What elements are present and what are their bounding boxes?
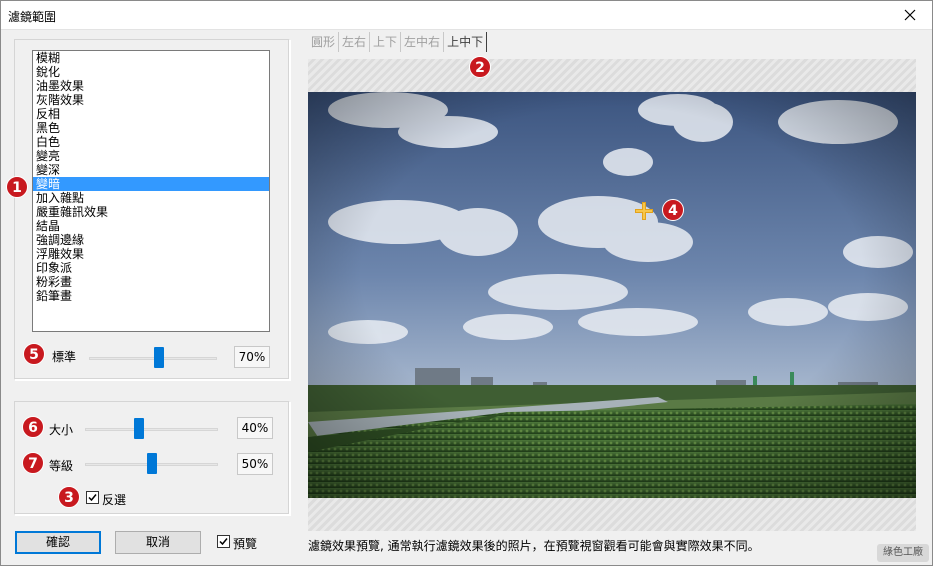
- badge-2: 2: [469, 56, 491, 78]
- preview-checkbox[interactable]: [217, 535, 230, 548]
- checkmark-icon: [219, 538, 228, 546]
- slider-track: [85, 428, 218, 431]
- tab-shape[interactable]: 圓形: [308, 32, 340, 52]
- list-item[interactable]: 白色: [33, 135, 269, 149]
- list-item[interactable]: 油墨效果: [33, 79, 269, 93]
- title-bar: 濾鏡範圍: [0, 0, 933, 30]
- badge-5: 5: [23, 343, 45, 365]
- badge-3: 3: [58, 486, 80, 508]
- invert-label: 反選: [102, 493, 127, 507]
- window-title: 濾鏡範圍: [8, 10, 57, 24]
- slider-track: [89, 357, 217, 360]
- level-label: 等級: [49, 459, 74, 473]
- preview-label: 預覽: [233, 537, 258, 551]
- tab-shape[interactable]: 上下: [370, 32, 402, 52]
- preview-caption: 濾鏡效果預覽, 通常執行濾鏡效果後的照片，在預覽視窗觀看可能會與實際效果不同。: [308, 539, 760, 553]
- tab-shape[interactable]: 左中右: [401, 32, 445, 52]
- list-item[interactable]: 嚴重雜訊效果: [33, 205, 269, 219]
- list-item[interactable]: 變深: [33, 163, 269, 177]
- size-slider[interactable]: [85, 418, 218, 440]
- standard-slider[interactable]: [89, 347, 217, 369]
- level-slider[interactable]: [85, 453, 218, 475]
- landscape-photo: [308, 92, 916, 498]
- list-item[interactable]: 灰階效果: [33, 93, 269, 107]
- list-item[interactable]: 結晶: [33, 219, 269, 233]
- badge-7: 7: [22, 452, 44, 474]
- tab-shape[interactable]: 左右: [339, 32, 371, 52]
- list-item[interactable]: 強調邊緣: [33, 233, 269, 247]
- list-item[interactable]: 變暗: [33, 177, 269, 191]
- slider-thumb[interactable]: [154, 347, 164, 368]
- watermark: 綠色工廠: [877, 544, 929, 562]
- level-value: 50%: [237, 453, 273, 475]
- invert-checkbox[interactable]: [86, 491, 99, 504]
- slider-thumb[interactable]: [147, 453, 157, 474]
- size-label: 大小: [49, 423, 74, 437]
- standard-value: 70%: [234, 346, 270, 368]
- size-value: 40%: [237, 417, 273, 439]
- list-item[interactable]: 浮雕效果: [33, 247, 269, 261]
- cancel-button[interactable]: 取消: [115, 531, 201, 554]
- filter-listbox[interactable]: 模糊 銳化 油墨效果 灰階效果 反相 黑色 白色 變亮 變深 變暗 加入雜點 嚴重雜訊效果 結晶 強調邊緣…: [32, 50, 270, 332]
- list-item[interactable]: 加入雜點: [33, 191, 269, 205]
- tab-shape[interactable]: 上中下: [444, 32, 488, 52]
- list-item[interactable]: 粉彩畫: [33, 275, 269, 289]
- preview-image[interactable]: [308, 92, 916, 498]
- close-icon: [904, 9, 916, 21]
- list-item[interactable]: 黑色: [33, 121, 269, 135]
- list-item[interactable]: 變亮: [33, 149, 269, 163]
- list-item[interactable]: 印象派: [33, 261, 269, 275]
- ok-button[interactable]: 確認: [15, 531, 101, 554]
- slider-thumb[interactable]: [134, 418, 144, 439]
- close-button[interactable]: [887, 0, 933, 30]
- list-item[interactable]: 模糊: [33, 51, 269, 65]
- shape-tabs: 圓形 左右 上下 左中右 上中下: [308, 32, 488, 52]
- move-crosshair-icon[interactable]: [635, 202, 653, 220]
- badge-4: 4: [662, 199, 684, 221]
- checkmark-icon: [88, 494, 97, 502]
- standard-label: 標準: [52, 350, 77, 364]
- list-item[interactable]: 反相: [33, 107, 269, 121]
- list-item[interactable]: 鉛筆畫: [33, 289, 269, 303]
- badge-6: 6: [22, 416, 44, 438]
- list-item[interactable]: 銳化: [33, 65, 269, 79]
- badge-1: 1: [6, 176, 28, 198]
